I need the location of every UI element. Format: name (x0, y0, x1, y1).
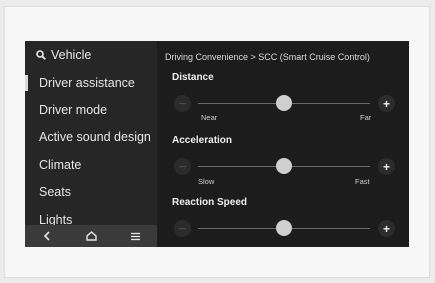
acceleration-decrease-button[interactable] (174, 158, 191, 175)
reaction-speed-increase-button[interactable]: + (378, 220, 395, 237)
menu-button[interactable] (120, 226, 150, 246)
back-icon (43, 231, 50, 241)
distance-max-label: Far (360, 113, 372, 122)
acceleration-slider-thumb[interactable] (276, 158, 292, 174)
bottom-nav-bar (25, 225, 157, 247)
breadcrumb: Driving Convenience > SCC (Smart Cruise … (165, 52, 370, 62)
menu-icon (130, 232, 140, 240)
sidebar-item-seats[interactable]: Seats (39, 185, 71, 199)
reaction-speed-slider-thumb[interactable] (276, 220, 292, 236)
reaction-speed-decrease-button[interactable] (174, 220, 191, 237)
distance-title: Distance (172, 72, 214, 83)
distance-decrease-button[interactable] (174, 95, 191, 112)
sidebar-item-active-sound-design[interactable]: Active sound design (39, 130, 151, 144)
acceleration-increase-button[interactable]: + (378, 158, 395, 175)
selected-indicator (25, 75, 28, 91)
acceleration-max-label: Fast (355, 177, 370, 186)
minus-icon (179, 165, 186, 167)
home-button[interactable] (76, 226, 106, 246)
distance-increase-button[interactable]: + (378, 95, 395, 112)
back-button[interactable] (32, 226, 62, 246)
acceleration-min-label: Slow (198, 177, 215, 186)
sidebar-item-climate[interactable]: Climate (39, 158, 81, 172)
sidebar: Vehicle Driver assistance Driver mode Ac… (25, 41, 157, 247)
search-label: Vehicle (51, 48, 92, 62)
acceleration-title: Acceleration (172, 135, 233, 146)
minus-icon (179, 227, 186, 229)
home-icon (85, 231, 97, 241)
reaction-speed-title: Reaction Speed (172, 197, 248, 208)
distance-slider-thumb[interactable] (276, 95, 292, 111)
distance-min-label: Near (201, 113, 218, 122)
sidebar-item-driver-assistance[interactable]: Driver assistance (39, 76, 135, 90)
search-icon (36, 50, 46, 60)
sidebar-item-driver-mode[interactable]: Driver mode (39, 103, 107, 117)
search-button[interactable]: Vehicle (36, 47, 91, 63)
infotainment-screen: Vehicle Driver assistance Driver mode Ac… (25, 41, 409, 247)
minus-icon (179, 102, 186, 104)
